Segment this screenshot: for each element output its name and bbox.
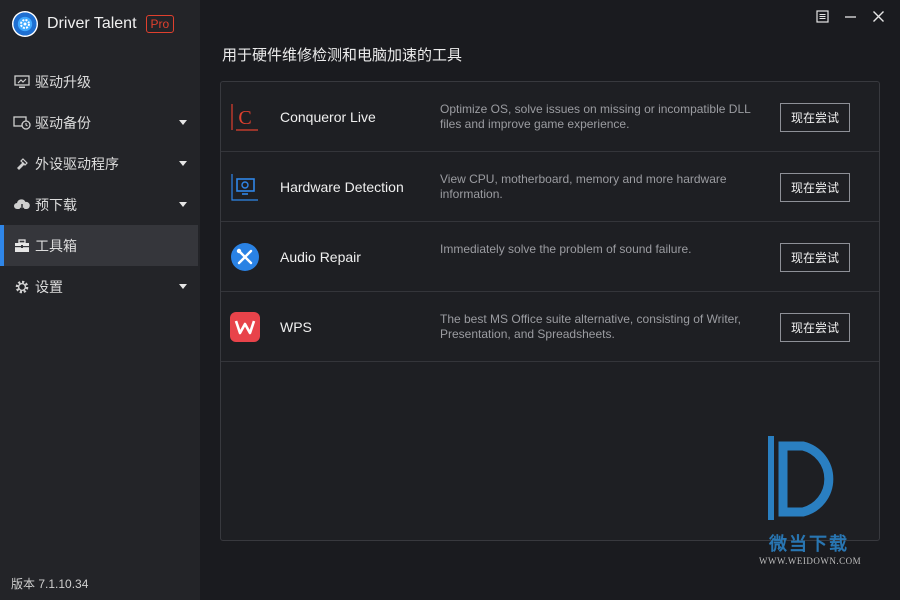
toolbox-icon [13,238,31,254]
sidebar-item-label: 工具箱 [35,238,77,255]
pro-badge: Pro [145,15,175,33]
page-title: 用于硬件维修检测和电脑加速的工具 [222,46,463,64]
tool-name: WPS [280,319,312,335]
gear-icon [13,279,31,295]
sidebar-item-label: 设置 [35,279,63,296]
try-now-button[interactable]: 现在尝试 [780,243,850,272]
minimize-button[interactable] [836,6,864,26]
sidebar-item-peripheral-drivers[interactable]: 外设驱动程序 [0,143,198,184]
try-now-button[interactable]: 现在尝试 [780,313,850,342]
tool-description: Optimize OS, solve issues on missing or … [440,102,751,131]
tool-description: The best MS Office suite alternative, co… [440,312,742,341]
conqueror-icon: C [230,102,260,132]
hardware-detection-icon [230,172,260,202]
sidebar-nav: 驱动升级 驱动备份 外设驱动程序 预下载 工具箱 设置 [0,61,198,307]
sidebar-item-pre-download[interactable]: 预下载 [0,184,198,225]
sidebar-item-label: 驱动升级 [35,74,91,91]
peripheral-icon [13,156,31,172]
tool-name: Audio Repair [280,249,361,265]
sidebar-item-label: 驱动备份 [35,115,91,132]
tool-row-wps: WPS The best MS Office suite alternative… [221,292,879,362]
watermark-text-en: WWW.WEIDOWN.COM [759,556,862,566]
audio-repair-icon [230,242,260,272]
brand: Driver Talent Pro [12,10,175,38]
app-logo-icon [12,11,38,37]
chevron-down-icon[interactable] [179,202,187,207]
tool-row-audio-repair: Audio Repair Immediately solve the probl… [221,222,879,292]
watermark: 微当下载 WWW.WEIDOWN.COM [759,432,870,572]
sidebar-item-driver-update[interactable]: 驱动升级 [0,61,198,102]
watermark-logo-icon [768,436,834,520]
tool-description: View CPU, motherboard, memory and more h… [440,172,727,201]
sidebar-item-label: 外设驱动程序 [35,156,119,173]
sidebar-item-driver-backup[interactable]: 驱动备份 [0,102,198,143]
chevron-down-icon[interactable] [179,120,187,125]
tool-row-hardware-detection: Hardware Detection View CPU, motherboard… [221,152,879,222]
try-now-button[interactable]: 现在尝试 [780,173,850,202]
cloud-download-icon [13,197,31,213]
tool-name: Conqueror Live [280,109,376,125]
close-button[interactable] [864,6,892,26]
backup-icon [13,115,31,131]
close-icon [872,10,884,22]
menu-icon [815,9,829,23]
window-controls [808,6,892,26]
wps-icon [230,312,260,342]
minimize-icon [844,15,856,18]
tool-row-conqueror-live: C Conqueror Live Optimize OS, solve issu… [221,82,879,152]
svg-text:C: C [238,107,251,129]
try-now-button[interactable]: 现在尝试 [780,103,850,132]
app-name: Driver Talent [47,15,137,32]
sidebar: Driver Talent Pro 驱动升级 驱动备份 外设驱动程序 预下载 工… [0,0,200,600]
version-label: 版本 7.1.10.34 [11,577,89,591]
sidebar-item-toolbox[interactable]: 工具箱 [0,225,198,266]
tool-description: Immediately solve the problem of sound f… [440,242,692,256]
watermark-text-cn: 微当下载 [769,534,849,555]
menu-button[interactable] [808,6,836,26]
chevron-down-icon[interactable] [179,284,187,289]
tool-name: Hardware Detection [280,179,404,195]
monitor-icon [13,74,31,90]
sidebar-item-settings[interactable]: 设置 [0,266,198,307]
sidebar-item-label: 预下载 [35,197,77,214]
chevron-down-icon[interactable] [179,161,187,166]
